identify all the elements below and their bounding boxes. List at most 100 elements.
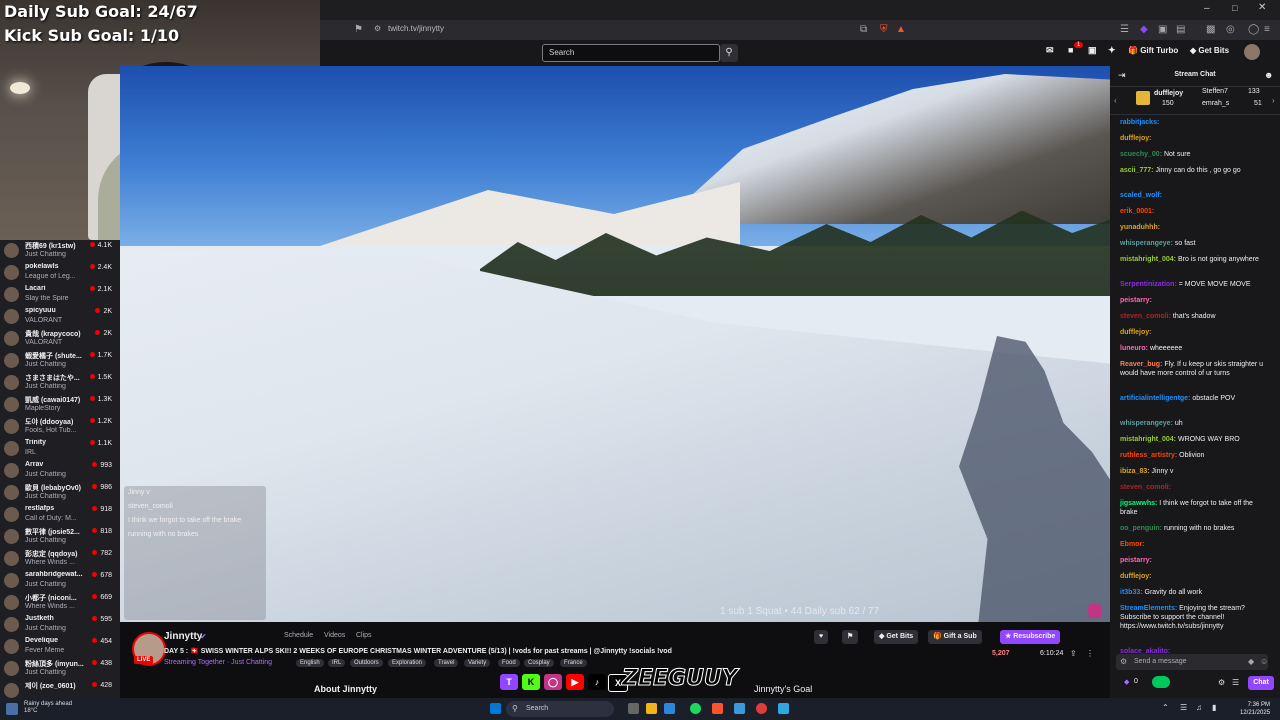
volume-icon[interactable]: ♫: [1196, 703, 1202, 712]
chat-username[interactable]: scuechy_00:: [1120, 151, 1162, 158]
sidebar-channel[interactable]: 도야 (ddooyaa) Fools, Hot Tub... 1.2K: [0, 416, 118, 438]
taskbar-search[interactable]: ⚲ Search: [506, 701, 614, 717]
chat-username[interactable]: ibiza_83:: [1120, 468, 1150, 475]
chat-settings-icon[interactable]: ⚙: [1120, 657, 1127, 666]
wallet-icon[interactable]: ▩: [1206, 24, 1215, 35]
chat-username[interactable]: luneuro:: [1120, 345, 1148, 352]
extensions-icon[interactable]: ☰: [1120, 24, 1129, 35]
sidebar-channel[interactable]: Arrav Just Chatting 993: [0, 460, 118, 482]
sidebar-channel[interactable]: さまさまはたや... Just Chatting 1.5K: [0, 372, 118, 394]
telegram-icon[interactable]: [778, 703, 789, 714]
tag[interactable]: Outdoors: [350, 659, 383, 667]
tab-clips[interactable]: Clips: [356, 632, 372, 639]
chat-username[interactable]: it3b33:: [1120, 589, 1143, 596]
maximize-icon[interactable]: □: [1232, 3, 1237, 13]
inbox-icon[interactable]: ✉: [1046, 45, 1054, 56]
wifi-icon[interactable]: ☰: [1180, 703, 1187, 712]
sidebar-channel[interactable]: Lacari Slay the Spire 2.1K: [0, 284, 118, 306]
chat-username[interactable]: jigsawwhs:: [1120, 500, 1157, 507]
chat-username[interactable]: artificialintelligentge:: [1120, 395, 1190, 402]
chat-username[interactable]: peistarry:: [1120, 297, 1152, 304]
chat-username[interactable]: dufflejoy:: [1120, 573, 1152, 580]
tag[interactable]: Travel: [434, 659, 459, 667]
file-explorer-icon[interactable]: [646, 703, 657, 714]
sidebar-channel[interactable]: 제이 (zoe_0601) 428: [0, 680, 118, 698]
minimize-icon[interactable]: –: [1204, 3, 1210, 14]
sidebar-channel[interactable]: pokelawls League of Leg... 2.4K: [0, 262, 118, 284]
prime-icon[interactable]: ✦: [1108, 45, 1116, 56]
stream-category[interactable]: Streaming Together · Just Chatting: [164, 659, 272, 666]
chat-username[interactable]: whisperangeye:: [1120, 240, 1173, 247]
sidebar-channel[interactable]: 數平律 (josie52... Just Chatting 818: [0, 526, 118, 548]
search-button[interactable]: ⚲: [720, 44, 738, 62]
tag[interactable]: Exploration: [388, 659, 427, 667]
tab-videos[interactable]: Videos: [324, 632, 345, 639]
chat-username[interactable]: StreamElements:: [1120, 605, 1177, 612]
notification-bell-button[interactable]: ⚑: [842, 630, 859, 644]
battery-icon[interactable]: ▮: [1212, 703, 1216, 712]
weather-icon[interactable]: [6, 703, 18, 715]
url-field[interactable]: twitch.tv/jinnytty: [388, 24, 444, 33]
chat-input[interactable]: ⚙ Send a message ◆ ☺: [1116, 654, 1268, 670]
chat-username[interactable]: scaled_wolf:: [1120, 192, 1162, 199]
sidebar-channel[interactable]: 貴哉 (krapycoco) VALORANT 2K: [0, 328, 118, 350]
obs-icon[interactable]: [756, 703, 767, 714]
tray-chevron-icon[interactable]: ⌃: [1162, 703, 1169, 712]
profile-icon[interactable]: ◯: [1248, 24, 1259, 35]
get-bits-button[interactable]: ◆ Get Bits: [874, 630, 919, 644]
system-clock[interactable]: 7:36 PM 12/21/2025: [1240, 701, 1270, 717]
get-bits-nav-button[interactable]: ◆ Get Bits: [1190, 46, 1229, 55]
chat-send-button[interactable]: Chat: [1248, 676, 1274, 690]
start-windows-icon[interactable]: [490, 703, 501, 714]
sidebar-channel[interactable]: Justketh Just Chatting 595: [0, 614, 118, 636]
chat-username[interactable]: Ebmor:: [1120, 541, 1145, 548]
twitch-ext-icon[interactable]: ◆: [1140, 24, 1148, 35]
sidebar-channel[interactable]: 粉絲頂多 (imyun... Just Chatting 438: [0, 658, 118, 680]
more-options-icon[interactable]: ⋮: [1086, 649, 1094, 658]
emote-icon[interactable]: ☺: [1260, 657, 1268, 666]
task-view-icon[interactable]: [628, 703, 639, 714]
brave-shield-icon[interactable]: ⛨: [880, 24, 888, 35]
share-icon[interactable]: ⇪: [1070, 649, 1077, 658]
edge-icon[interactable]: [664, 703, 675, 714]
bookmark-icon[interactable]: ⚑: [354, 24, 363, 35]
chat-username[interactable]: Serpentinization:: [1120, 281, 1177, 288]
chat-username[interactable]: rabbitjacks:: [1120, 119, 1159, 126]
sidebar-channel[interactable]: 西積69 (kr1stw) Just Chatting 4.1K: [0, 240, 118, 262]
chat-username[interactable]: oo_penguin:: [1120, 525, 1162, 532]
tab-schedule[interactable]: Schedule: [284, 632, 313, 639]
close-icon[interactable]: ✕: [1258, 2, 1266, 13]
gift-sub-button[interactable]: 🎁 Gift a Sub: [928, 630, 982, 644]
puzzle-icon[interactable]: ▣: [1158, 24, 1167, 35]
next-arrow-icon[interactable]: ›: [1272, 96, 1275, 105]
sidebar-icon[interactable]: ▤: [1176, 24, 1185, 35]
sidebar-channel[interactable]: 蝦愛橘子 (shute... Just Chatting 1.7K: [0, 350, 118, 372]
brave-icon[interactable]: [712, 703, 723, 714]
chat-username[interactable]: steven_comoli:: [1120, 484, 1171, 491]
chat-username[interactable]: mistahright_004:: [1120, 256, 1176, 263]
users-icon[interactable]: ☻: [1264, 70, 1273, 80]
chat-username[interactable]: erik_0001:: [1120, 208, 1154, 215]
chat-username[interactable]: peistarry:: [1120, 557, 1152, 564]
notifications-icon[interactable]: ■: [1068, 45, 1073, 55]
weather-widget[interactable]: Rainy days ahead 18°C: [24, 701, 72, 715]
search-input[interactable]: Search: [542, 44, 720, 62]
resubscribe-button[interactable]: ★ Resubscribe: [1000, 630, 1061, 644]
chat-username[interactable]: Reaver_bug:: [1120, 361, 1162, 368]
user-avatar[interactable]: [1244, 44, 1260, 60]
tag[interactable]: Variety: [464, 659, 491, 667]
chat-tools-icon[interactable]: ☰: [1232, 678, 1239, 687]
bits-icon[interactable]: ◆: [1248, 657, 1254, 666]
app-icon[interactable]: [734, 703, 745, 714]
chat-username[interactable]: ruthless_artistry:: [1120, 452, 1177, 459]
chat-username[interactable]: dufflejoy:: [1120, 135, 1152, 142]
sidebar-channel[interactable]: sarahbridgewat... Just Chatting 678: [0, 570, 118, 592]
chat-username[interactable]: mistahright_004:: [1120, 436, 1176, 443]
sidebar-channel[interactable]: Trinity IRL 1.1K: [0, 438, 118, 460]
vpn-icon[interactable]: ◎: [1226, 24, 1235, 35]
prediction-icon[interactable]: [1152, 676, 1170, 688]
share-icon[interactable]: ⧉: [860, 24, 867, 35]
sidebar-channel[interactable]: restlafps Call of Duty: M... 918: [0, 504, 118, 526]
prev-arrow-icon[interactable]: ‹: [1114, 96, 1117, 105]
sidebar-channel[interactable]: 凱威 (cawai0147) MapleStory 1.3K: [0, 394, 118, 416]
